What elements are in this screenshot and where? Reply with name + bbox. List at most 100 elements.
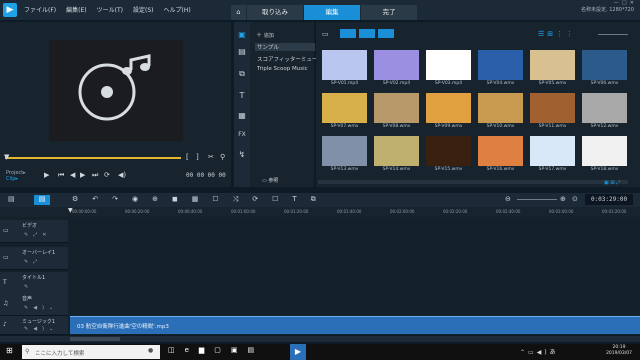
menu-edit[interactable]: 編集(E) <box>66 5 86 14</box>
system-tray[interactable]: ⌃▭◀)あ <box>520 347 559 356</box>
volume-icon[interactable]: ◀) <box>118 171 126 179</box>
tab-edit[interactable]: 編集 <box>304 5 360 20</box>
ruler-tick-label: 00:02:00:00 <box>390 209 415 214</box>
track-music[interactable]: ♪ ミュージック1 ✎◀)⌄ <box>0 316 68 335</box>
zoom-in-icon[interactable]: ⊕ <box>560 195 566 203</box>
folder-scorefitter[interactable]: スコアフィッターミュー... <box>257 55 323 63</box>
browse-button[interactable]: ▭ 参照 <box>262 177 278 184</box>
preview-timecode[interactable]: 00 00 00 00 <box>186 172 226 179</box>
instant-project-icon[interactable]: ▤ <box>237 47 247 57</box>
path-icon[interactable]: ↯ <box>237 150 247 160</box>
timeline-tools[interactable]: ⚙↶↷◉⊕◼▦☐⤨⟳☐T⧉ <box>72 195 330 204</box>
thumbnail[interactable] <box>582 136 627 166</box>
home-button[interactable]: ⏮ <box>58 171 64 180</box>
thumbnail[interactable] <box>374 136 419 166</box>
transition-icon[interactable]: ⧉ <box>237 69 247 79</box>
thumbnail[interactable] <box>530 93 575 123</box>
zoom-out-icon[interactable]: ⊖ <box>505 195 511 203</box>
filter-audio-icon[interactable] <box>378 29 394 38</box>
thumb-size-slider[interactable] <box>598 34 628 35</box>
media-icon[interactable]: ▣ <box>237 30 247 40</box>
tab-capture[interactable]: 取り込み <box>247 5 303 20</box>
thumbnail[interactable] <box>478 136 523 166</box>
zoom-slider[interactable] <box>517 199 557 200</box>
track-overlay[interactable]: ▭ オーバーレイ1 ✎⤢ <box>0 247 68 270</box>
mark-in-icon[interactable]: [ <box>186 153 189 161</box>
thumbnail[interactable] <box>426 136 471 166</box>
playhead-icon[interactable]: ▼ <box>68 207 73 214</box>
graphics-icon[interactable]: ▦ <box>237 111 247 121</box>
window-buttons[interactable]: — □ ✕ <box>581 0 634 7</box>
filter-video-icon[interactable] <box>340 29 356 38</box>
taskbar-apps[interactable]: ◫e▆▢▣▤ <box>168 346 264 354</box>
thumbnail[interactable] <box>374 50 419 80</box>
taskbar-clock[interactable]: 20:19 2019/03/07 <box>606 345 632 357</box>
next-frame-button[interactable]: ▶ <box>80 171 85 179</box>
home-icon[interactable]: ⌂ <box>231 5 246 20</box>
fx-icon[interactable]: FX <box>237 130 247 140</box>
menu-help[interactable]: ヘルプ(H) <box>163 5 190 14</box>
thumbnail[interactable] <box>478 93 523 123</box>
add-folder-button[interactable]: ＋ 追加 <box>256 30 274 39</box>
track-voice[interactable]: ♫ 音声 ✎◀)⌄ <box>0 293 68 316</box>
filter-photo-icon[interactable] <box>359 29 375 38</box>
track-video[interactable]: ▭ ビデオ ✎⤢✕ <box>0 220 68 243</box>
timeline-duration[interactable]: 0:03:29:00 <box>585 194 633 205</box>
folder-open-icon[interactable]: ▭ <box>322 30 329 38</box>
tab-share[interactable]: 完了 <box>361 5 417 20</box>
ruler-tick-label: 00:00:20:00 <box>125 209 150 214</box>
thumbnail-label: SP-V15.wmv <box>434 167 463 172</box>
fit-project-icon[interactable]: ⊙ <box>572 195 578 203</box>
scrub-bar[interactable] <box>5 157 181 159</box>
timeline-view-icon[interactable]: ▤ <box>34 195 50 205</box>
track-overlay-controls[interactable]: ✎⤢ <box>24 259 42 265</box>
track-video-controls[interactable]: ✎⤢✕ <box>24 232 51 238</box>
music-disc-icon <box>78 54 151 121</box>
split-icon[interactable]: ✂ <box>208 153 214 161</box>
thumbnail-label: SP-V09.wmv <box>434 124 463 129</box>
start-icon[interactable]: ⊞ <box>6 346 13 355</box>
thumbnail[interactable] <box>426 50 471 80</box>
menu-file[interactable]: ファイル(F) <box>24 5 56 14</box>
menu-settings[interactable]: 設定(S) <box>133 5 154 14</box>
video-track-icon: ▭ <box>3 227 9 234</box>
repeat-button[interactable]: ⟳ <box>104 171 110 179</box>
thumbnail[interactable] <box>322 93 367 123</box>
taskbar-videostudio-icon[interactable]: ▶ <box>290 344 306 360</box>
zoom-preview-icon[interactable]: ⚲ <box>220 153 225 161</box>
music-clip-label: 03 航空自衛隊行進曲'空の精鋭'.mp3 <box>77 324 169 330</box>
thumbnail[interactable] <box>426 93 471 123</box>
clip-label[interactable]: Clip▸ <box>6 176 26 182</box>
ruler-tick-label: 00:01:00:00 <box>231 209 256 214</box>
storyboard-view-icon[interactable]: ▤ <box>8 195 22 205</box>
thumbnail[interactable] <box>582 93 627 123</box>
timeline-scroll-thumb[interactable] <box>70 337 120 341</box>
thumbnail[interactable] <box>322 136 367 166</box>
mark-out-icon[interactable]: ] <box>196 153 199 161</box>
library-scrollbar[interactable] <box>318 180 628 184</box>
folder-triple-scoop[interactable]: Triple Scoop Music <box>257 66 308 72</box>
thumbnail[interactable] <box>478 50 523 80</box>
thumbnail[interactable] <box>530 136 575 166</box>
thumbnail[interactable] <box>530 50 575 80</box>
track-voice-label: 音声 <box>22 296 33 302</box>
track-voice-controls[interactable]: ✎◀)⌄ <box>24 305 58 311</box>
prev-frame-button[interactable]: ◀ <box>70 171 75 179</box>
library-options-icon[interactable]: ▣ ⊞ ⤢ <box>604 180 620 186</box>
thumbnail-label: SP-V11.wmv <box>538 124 567 129</box>
thumbnail[interactable] <box>374 93 419 123</box>
play-button[interactable]: ▶ <box>44 171 49 179</box>
menu-tools[interactable]: ツール(T) <box>97 5 123 14</box>
end-button[interactable]: ⏭ <box>92 171 98 180</box>
track-music-controls[interactable]: ✎◀)⌄ <box>24 326 58 332</box>
mic-icon[interactable]: ● <box>148 347 153 354</box>
project-clip-toggle[interactable]: Project▸ Clip▸ <box>6 170 26 182</box>
title-icon[interactable]: T <box>237 91 247 101</box>
thumbnail[interactable] <box>582 50 627 80</box>
view-toggle-icons[interactable]: ☰⊞⋮⋮ <box>538 30 576 38</box>
track-title[interactable]: T タイトル1 ✎ <box>0 272 68 295</box>
scrub-handle-icon[interactable]: ▼ <box>4 153 9 161</box>
folder-sample[interactable]: サンプル <box>255 43 315 51</box>
thumbnail[interactable] <box>322 50 367 80</box>
track-title-controls[interactable]: ✎ <box>24 284 28 290</box>
